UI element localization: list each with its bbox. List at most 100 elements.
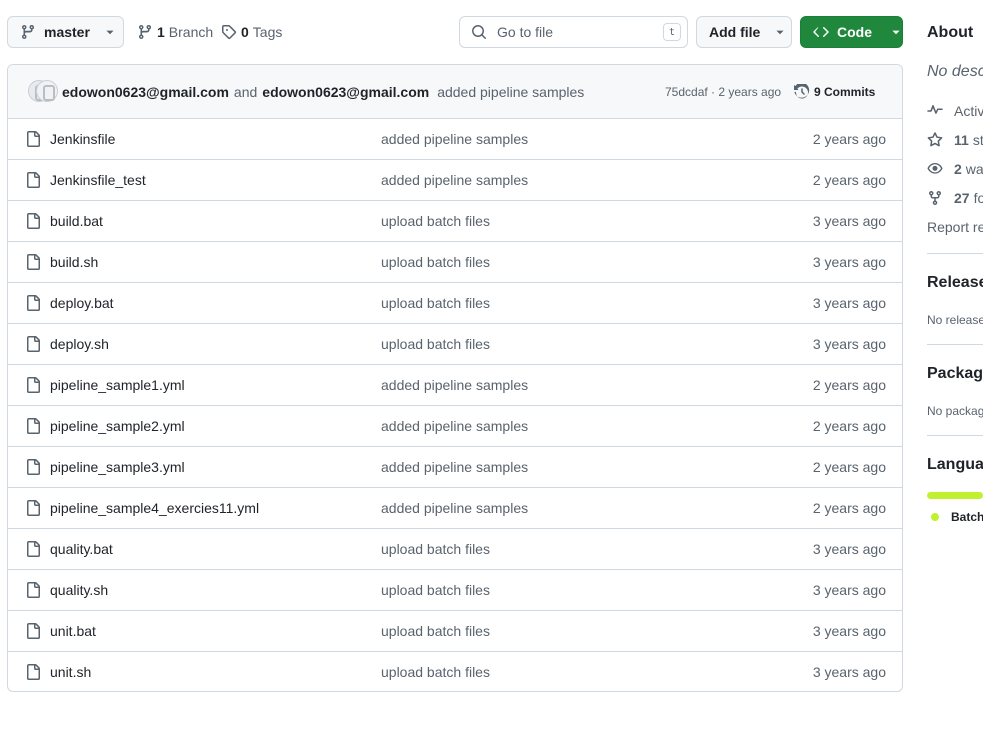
file-row[interactable]: build.bat upload batch files 3 years ago (8, 201, 902, 242)
file-icon (27, 213, 40, 229)
file-name[interactable]: Jenkinsfile (50, 119, 115, 160)
branches-count: 1 (157, 24, 165, 40)
file-age: 3 years ago (812, 295, 886, 311)
add-file-label: Add file (709, 24, 761, 40)
file-name[interactable]: Jenkinsfile_test (50, 160, 146, 201)
file-icon (27, 500, 40, 516)
stars-label: stars (972, 132, 983, 148)
file-name[interactable]: pipeline_sample3.yml (50, 447, 185, 488)
file-commit-message[interactable]: added pipeline samples (381, 365, 528, 406)
go-to-file-placeholder: Go to file (497, 24, 554, 40)
file-name[interactable]: quality.bat (50, 529, 113, 570)
watchers-link[interactable]: 2 watching (927, 161, 983, 177)
commits-label: 9 Commits (814, 85, 876, 99)
commit-hash-and-age[interactable]: 75dcdaf · 2 years ago (665, 65, 781, 119)
activity-link[interactable]: Activity (927, 103, 983, 119)
file-commit-message[interactable]: upload batch files (381, 529, 490, 570)
file-list: edowon0623@gmail.com and edowon0623@gmai… (7, 64, 903, 692)
file-name[interactable]: deploy.bat (50, 283, 114, 324)
file-commit-message[interactable]: added pipeline samples (381, 406, 528, 447)
stars-count: 11 (954, 132, 969, 148)
file-icon (27, 131, 40, 147)
commit-author-1[interactable]: edowon0623@gmail.com (62, 84, 229, 100)
file-commit-message[interactable]: added pipeline samples (381, 160, 528, 201)
file-age: 2 years ago (812, 172, 886, 188)
languages-title: Languages (927, 456, 983, 473)
file-commit-message[interactable]: upload batch files (381, 570, 490, 611)
file-name[interactable]: build.bat (50, 201, 103, 242)
file-age: 2 years ago (812, 377, 886, 393)
code-button[interactable]: Code (800, 16, 903, 48)
tags-link[interactable]: 0 Tags (221, 16, 282, 48)
file-row[interactable]: build.sh upload batch files 3 years ago (8, 242, 902, 283)
file-age: 3 years ago (812, 541, 886, 557)
file-name[interactable]: pipeline_sample2.yml (50, 406, 185, 447)
file-row[interactable]: pipeline_sample4_exercies11.yml added pip… (8, 488, 902, 529)
file-row[interactable]: deploy.bat upload batch files 3 years ago (8, 283, 902, 324)
branches-label: Branch (168, 24, 214, 40)
file-icon (27, 377, 40, 393)
branches-link[interactable]: 1 Branch (137, 16, 213, 48)
go-to-file-input[interactable]: Go to file t (459, 16, 688, 48)
file-row[interactable]: unit.bat upload batch files 3 years ago (8, 611, 902, 652)
file-row[interactable]: Jenkinsfile_test added pipeline samples 2 … (8, 160, 902, 201)
stars-link[interactable]: 11 stars (927, 132, 983, 148)
search-icon (472, 25, 486, 39)
file-row[interactable]: pipeline_sample3.yml added pipeline sampl… (8, 447, 902, 488)
file-icon (27, 336, 40, 352)
packages-title[interactable]: Packages (927, 365, 983, 383)
file-row[interactable]: pipeline_sample2.yml added pipeline sampl… (8, 406, 902, 447)
file-row[interactable]: Jenkinsfile added pipeline samples 2 years… (8, 119, 902, 160)
commit-author-2[interactable]: edowon0623@gmail.com (262, 84, 429, 100)
author-avatars[interactable] (28, 79, 60, 104)
activity-label: Activity (954, 103, 983, 119)
file-row[interactable]: unit.sh upload batch files 3 years ago (8, 652, 902, 691)
language-bar (927, 492, 983, 499)
file-commit-message[interactable]: added pipeline samples (381, 447, 528, 488)
file-name[interactable]: build.sh (50, 242, 98, 283)
file-name[interactable]: pipeline_sample4_exercies11.yml (50, 488, 259, 529)
add-file-button[interactable]: Add file (696, 16, 792, 48)
file-commit-message[interactable]: upload batch files (381, 201, 490, 242)
repo-sidebar: About No description Activity 11 stars 2… (927, 0, 983, 738)
branch-name: master (44, 24, 90, 40)
file-name[interactable]: deploy.sh (50, 324, 109, 365)
file-row[interactable]: deploy.sh upload batch files 3 years ago (8, 324, 902, 365)
packages-text: No packages published (927, 404, 983, 418)
file-commit-message[interactable]: added pipeline samples (381, 119, 528, 160)
file-icon (27, 172, 40, 188)
file-row[interactable]: quality.sh upload batch files 3 years ago (8, 570, 902, 611)
file-name[interactable]: quality.sh (50, 570, 108, 611)
forks-count: 27 (954, 190, 970, 206)
file-commit-message[interactable]: upload batch files (381, 652, 490, 691)
git-branch-icon (22, 24, 34, 40)
tags-count: 0 (241, 24, 249, 40)
file-row[interactable]: pipeline_sample1.yml added pipeline sampl… (8, 365, 902, 406)
branch-selector-button[interactable]: master (7, 16, 124, 48)
releases-text: No releases published (927, 313, 983, 327)
file-row[interactable]: quality.bat upload batch files 3 years ago (8, 529, 902, 570)
watching-count: 2 (954, 161, 962, 177)
language-item[interactable]: Batchfile (927, 510, 983, 524)
file-commit-message[interactable]: upload batch files (381, 324, 490, 365)
file-name[interactable]: unit.sh (50, 652, 91, 691)
shortcut-key-hint: t (663, 23, 681, 41)
commits-link[interactable]: 9 Commits (794, 65, 875, 119)
report-repository-link[interactable]: Report repository (927, 219, 983, 235)
file-name[interactable]: pipeline_sample1.yml (50, 365, 185, 406)
releases-title[interactable]: Releases (927, 274, 983, 292)
file-icon (27, 418, 40, 434)
forks-label: forks (973, 190, 983, 206)
code-icon (813, 27, 829, 37)
file-name[interactable]: unit.bat (50, 611, 96, 652)
report-label: Report repository (927, 219, 983, 235)
file-icon (27, 623, 40, 639)
language-name: Batchfile (951, 510, 983, 524)
tags-label: Tags (252, 24, 283, 40)
commit-message[interactable]: added pipeline samples (437, 84, 584, 100)
file-commit-message[interactable]: upload batch files (381, 242, 490, 283)
file-commit-message[interactable]: upload batch files (381, 611, 490, 652)
file-commit-message[interactable]: added pipeline samples (381, 488, 528, 529)
forks-link[interactable]: 27 forks (927, 190, 983, 206)
file-commit-message[interactable]: upload batch files (381, 283, 490, 324)
